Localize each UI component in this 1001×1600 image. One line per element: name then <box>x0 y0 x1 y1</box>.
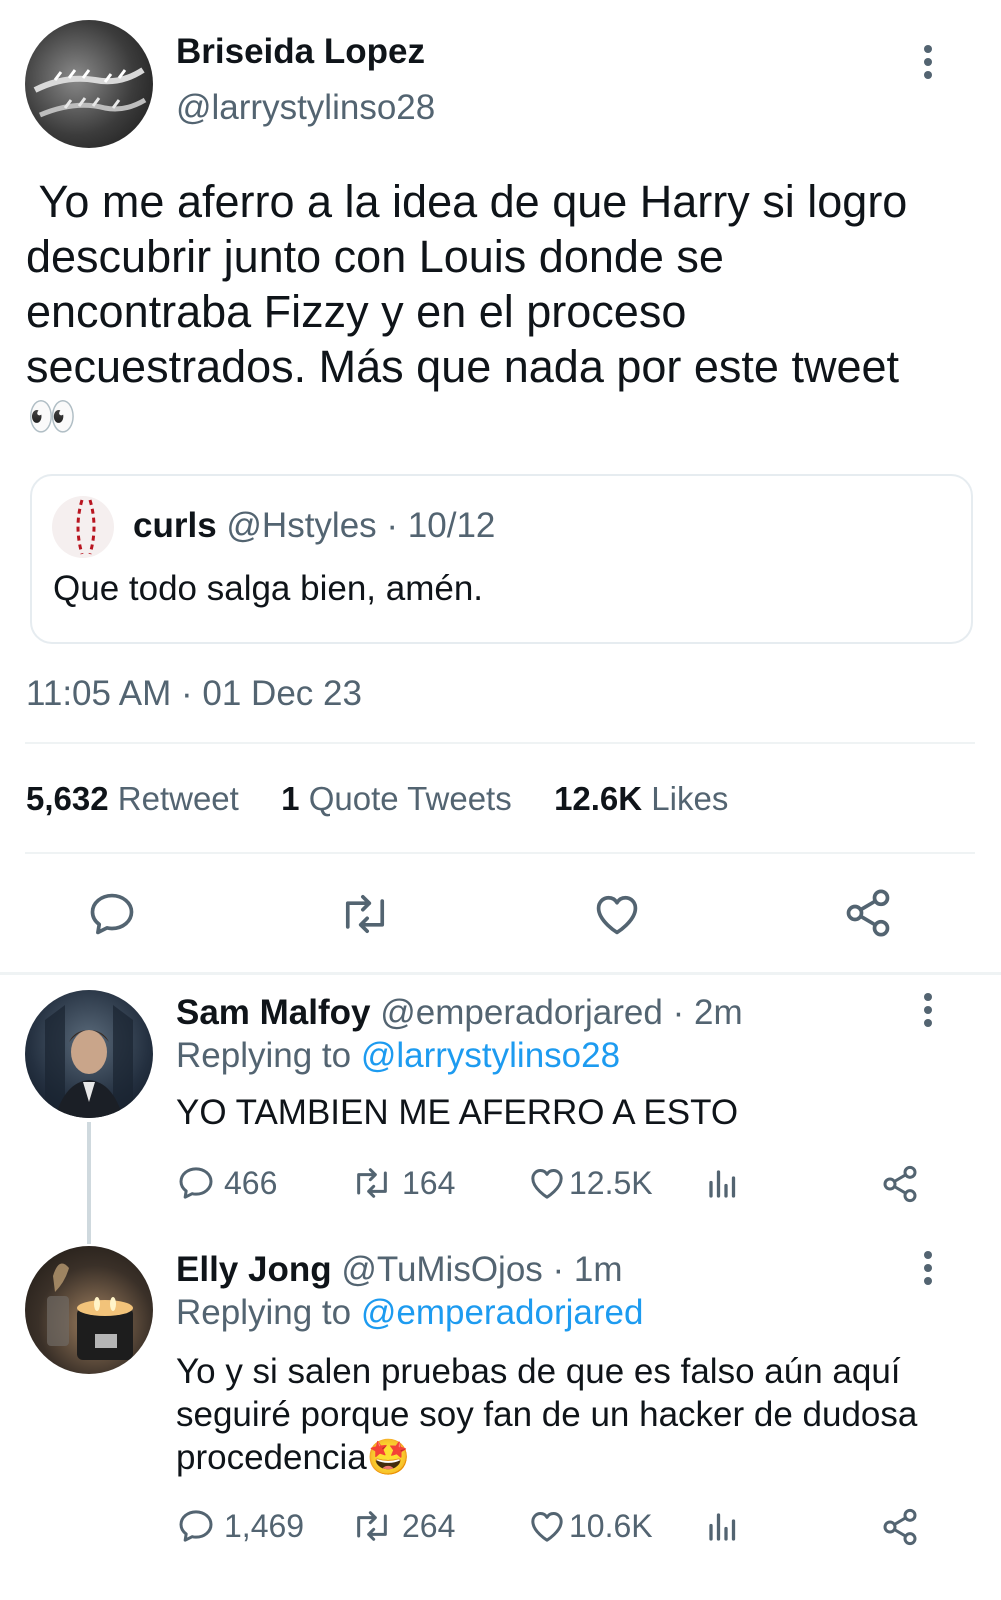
portrait-avatar-image <box>45 1005 133 1118</box>
share-icon <box>883 1508 917 1546</box>
like-button[interactable] <box>590 888 644 945</box>
reply-author-name[interactable]: Sam Malfoy <box>176 993 371 1032</box>
retweet-button[interactable]: 164 <box>350 1163 455 1203</box>
reply-button[interactable]: 466 <box>176 1163 277 1203</box>
heart-icon <box>596 895 638 935</box>
baseball-avatar-image <box>76 499 96 555</box>
reply-bubble-icon <box>179 1510 213 1542</box>
share-button[interactable] <box>880 1507 920 1552</box>
retweet-button[interactable] <box>337 888 393 945</box>
like-count: 12.5K <box>569 1164 653 1201</box>
quoted-name[interactable]: curls <box>133 506 217 545</box>
reply-time: · 1m <box>552 1250 623 1289</box>
like-button[interactable]: 10.6K <box>527 1506 653 1546</box>
quoted-handle[interactable]: @Hstyles <box>226 506 376 545</box>
retweet-icon <box>357 1511 387 1541</box>
reply-count: 466 <box>224 1164 278 1201</box>
retweet-icon <box>345 894 385 934</box>
quoted-avatar[interactable] <box>52 496 114 558</box>
more-options-icon[interactable] <box>913 1248 943 1288</box>
more-options-icon[interactable] <box>913 42 943 82</box>
reply-author-name[interactable]: Elly Jong <box>176 1250 332 1289</box>
section-divider <box>0 972 1001 975</box>
sneakers-avatar-image <box>33 67 147 118</box>
reply-author-handle[interactable]: @emperadorjared <box>380 993 663 1032</box>
analytics-icon <box>709 1513 736 1541</box>
retweet-icon <box>357 1168 387 1198</box>
reply-time: · 2m <box>672 993 743 1032</box>
eyes-emoji: 👀 <box>27 395 77 439</box>
quoted-header: curls @Hstyles · 10/12 <box>133 506 495 546</box>
quoted-date: · 10/12 <box>386 506 496 545</box>
likes-stat[interactable]: 12.6K Likes <box>554 780 728 817</box>
reply-avatar[interactable] <box>25 990 153 1118</box>
reply-header: Elly Jong @TuMisOjos · 1m <box>176 1250 623 1290</box>
replying-to-line: Replying to @emperadorjared <box>176 1293 643 1333</box>
retweet-count: 164 <box>402 1164 456 1201</box>
heart-icon <box>531 1169 563 1199</box>
reply-button[interactable]: 1,469 <box>176 1506 304 1546</box>
replying-to-label: Replying to <box>176 1036 352 1075</box>
share-icon <box>883 1165 917 1203</box>
author-name[interactable]: Briseida Lopez <box>176 32 425 72</box>
quotes-count: 1 <box>281 780 300 817</box>
quoted-tweet-card[interactable]: curls @Hstyles · 10/12 Que todo salga bi… <box>30 474 973 644</box>
analytics-button[interactable] <box>705 1508 741 1551</box>
author-handle[interactable]: @larrystylinso28 <box>176 88 435 128</box>
analytics-button[interactable] <box>705 1165 741 1208</box>
more-options-icon[interactable] <box>913 990 943 1030</box>
share-button[interactable] <box>842 886 894 945</box>
quoted-text: Que todo salga bien, amén. <box>53 569 484 608</box>
replying-to-mention[interactable]: @larrystylinso28 <box>361 1036 620 1075</box>
quotes-label: Quote Tweets <box>308 780 512 817</box>
quotes-stat[interactable]: 1 Quote Tweets <box>281 780 521 817</box>
retweet-count: 264 <box>402 1507 456 1544</box>
likes-count: 12.6K <box>554 780 643 817</box>
divider <box>25 742 975 744</box>
share-button[interactable] <box>880 1164 920 1209</box>
retweets-label: Retweet <box>117 780 239 817</box>
tweet-timestamp[interactable]: 11:05 AM · 01 Dec 23 <box>26 674 362 714</box>
reply-count: 1,469 <box>224 1507 305 1544</box>
reply-text: YO TAMBIEN ME AFERRO A ESTO <box>176 1093 739 1132</box>
tweet-text: Yo me aferro a la idea de que Harry si l… <box>26 174 961 394</box>
likes-label: Likes <box>651 780 729 817</box>
reply-avatar[interactable] <box>25 1246 153 1374</box>
reply-author-handle[interactable]: @TuMisOjos <box>341 1250 542 1289</box>
analytics-icon <box>709 1170 736 1198</box>
retweet-button[interactable]: 264 <box>350 1506 455 1546</box>
replying-to-line: Replying to @larrystylinso28 <box>176 1036 620 1076</box>
retweets-stat[interactable]: 5,632 Retweet <box>26 780 248 817</box>
reply-button[interactable] <box>86 888 138 945</box>
like-button[interactable]: 12.5K <box>527 1163 653 1203</box>
like-count: 10.6K <box>569 1507 653 1544</box>
reply-text: Yo y si salen pruebas de que es falso aú… <box>176 1352 918 1477</box>
retweets-count: 5,632 <box>26 780 109 817</box>
divider <box>25 852 975 854</box>
tweet-body: Yo me aferro a la idea de que Harry si l… <box>26 176 920 392</box>
reply-text-block: Yo y si salen pruebas de que es falso aú… <box>176 1350 966 1479</box>
reply-bubble-icon <box>179 1167 213 1199</box>
thread-line <box>87 1122 91 1244</box>
heart-icon <box>531 1512 563 1542</box>
candle-avatar-image <box>47 1263 133 1360</box>
replying-to-label: Replying to <box>176 1293 352 1332</box>
tweet-stats: 5,632 Retweet 1 Quote Tweets 12.6K Likes <box>26 780 728 818</box>
author-avatar[interactable] <box>25 20 153 148</box>
replying-to-mention[interactable]: @emperadorjared <box>361 1293 644 1332</box>
reply-bubble-icon <box>90 893 134 935</box>
reply-header: Sam Malfoy @emperadorjared · 2m <box>176 993 743 1033</box>
share-icon <box>846 889 890 937</box>
star-struck-emoji: 🤩 <box>366 1438 411 1477</box>
